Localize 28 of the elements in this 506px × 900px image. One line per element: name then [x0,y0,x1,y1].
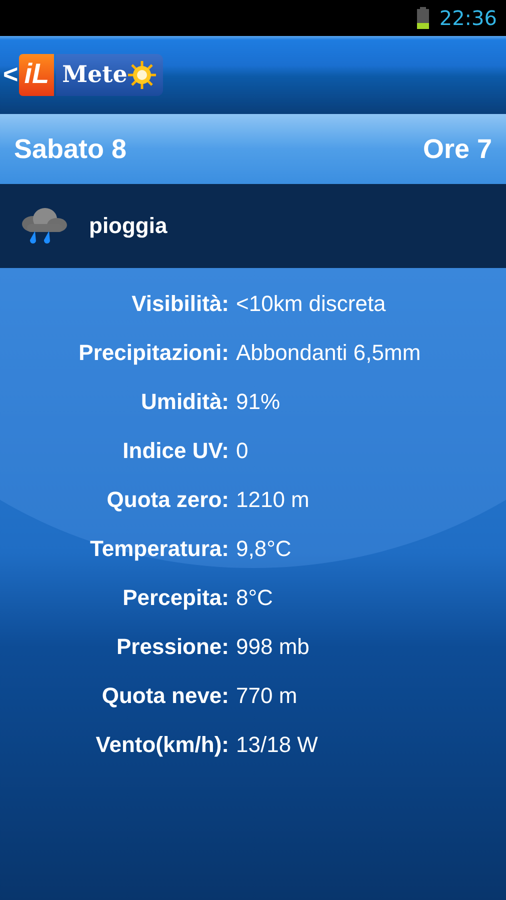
detail-label: Temperatura: [90,536,229,563]
detail-value: 8°C [236,585,273,612]
detail-label: Indice UV: [122,438,229,465]
clock-time: 22:36 [439,6,497,30]
battery-icon [417,7,430,29]
detail-label: Percepita: [122,585,229,612]
detail-label: Quota zero: [106,487,229,514]
detail-value: 998 mb [236,634,310,661]
detail-value: <10km discreta [236,291,386,318]
day-label: Sabato 8 [14,134,127,164]
condition-label: pioggia [89,213,168,239]
detail-label: Vento(km/h): [96,732,229,759]
detail-value: 770 m [236,683,298,710]
app-logo: iL Mete [19,54,164,96]
detail-label: Pressione: [116,634,229,661]
detail-label: Umidità: [141,389,229,416]
rain-cloud-icon [19,206,69,246]
detail-value: Abbondanti 6,5mm [236,340,421,367]
detail-value: 9,8°C [236,536,292,563]
hour-label: Ore 7 [422,134,492,164]
detail-value: 91% [236,389,280,416]
detail-value: 1210 m [236,487,310,514]
detail-value: 13/18 W [236,732,318,759]
detail-label: Precipitazioni: [78,340,229,367]
back-button[interactable]: < [2,58,20,90]
detail-value: 0 [236,438,248,465]
detail-label: Visibilità: [132,291,229,318]
detail-label: Quota neve: [102,683,229,710]
